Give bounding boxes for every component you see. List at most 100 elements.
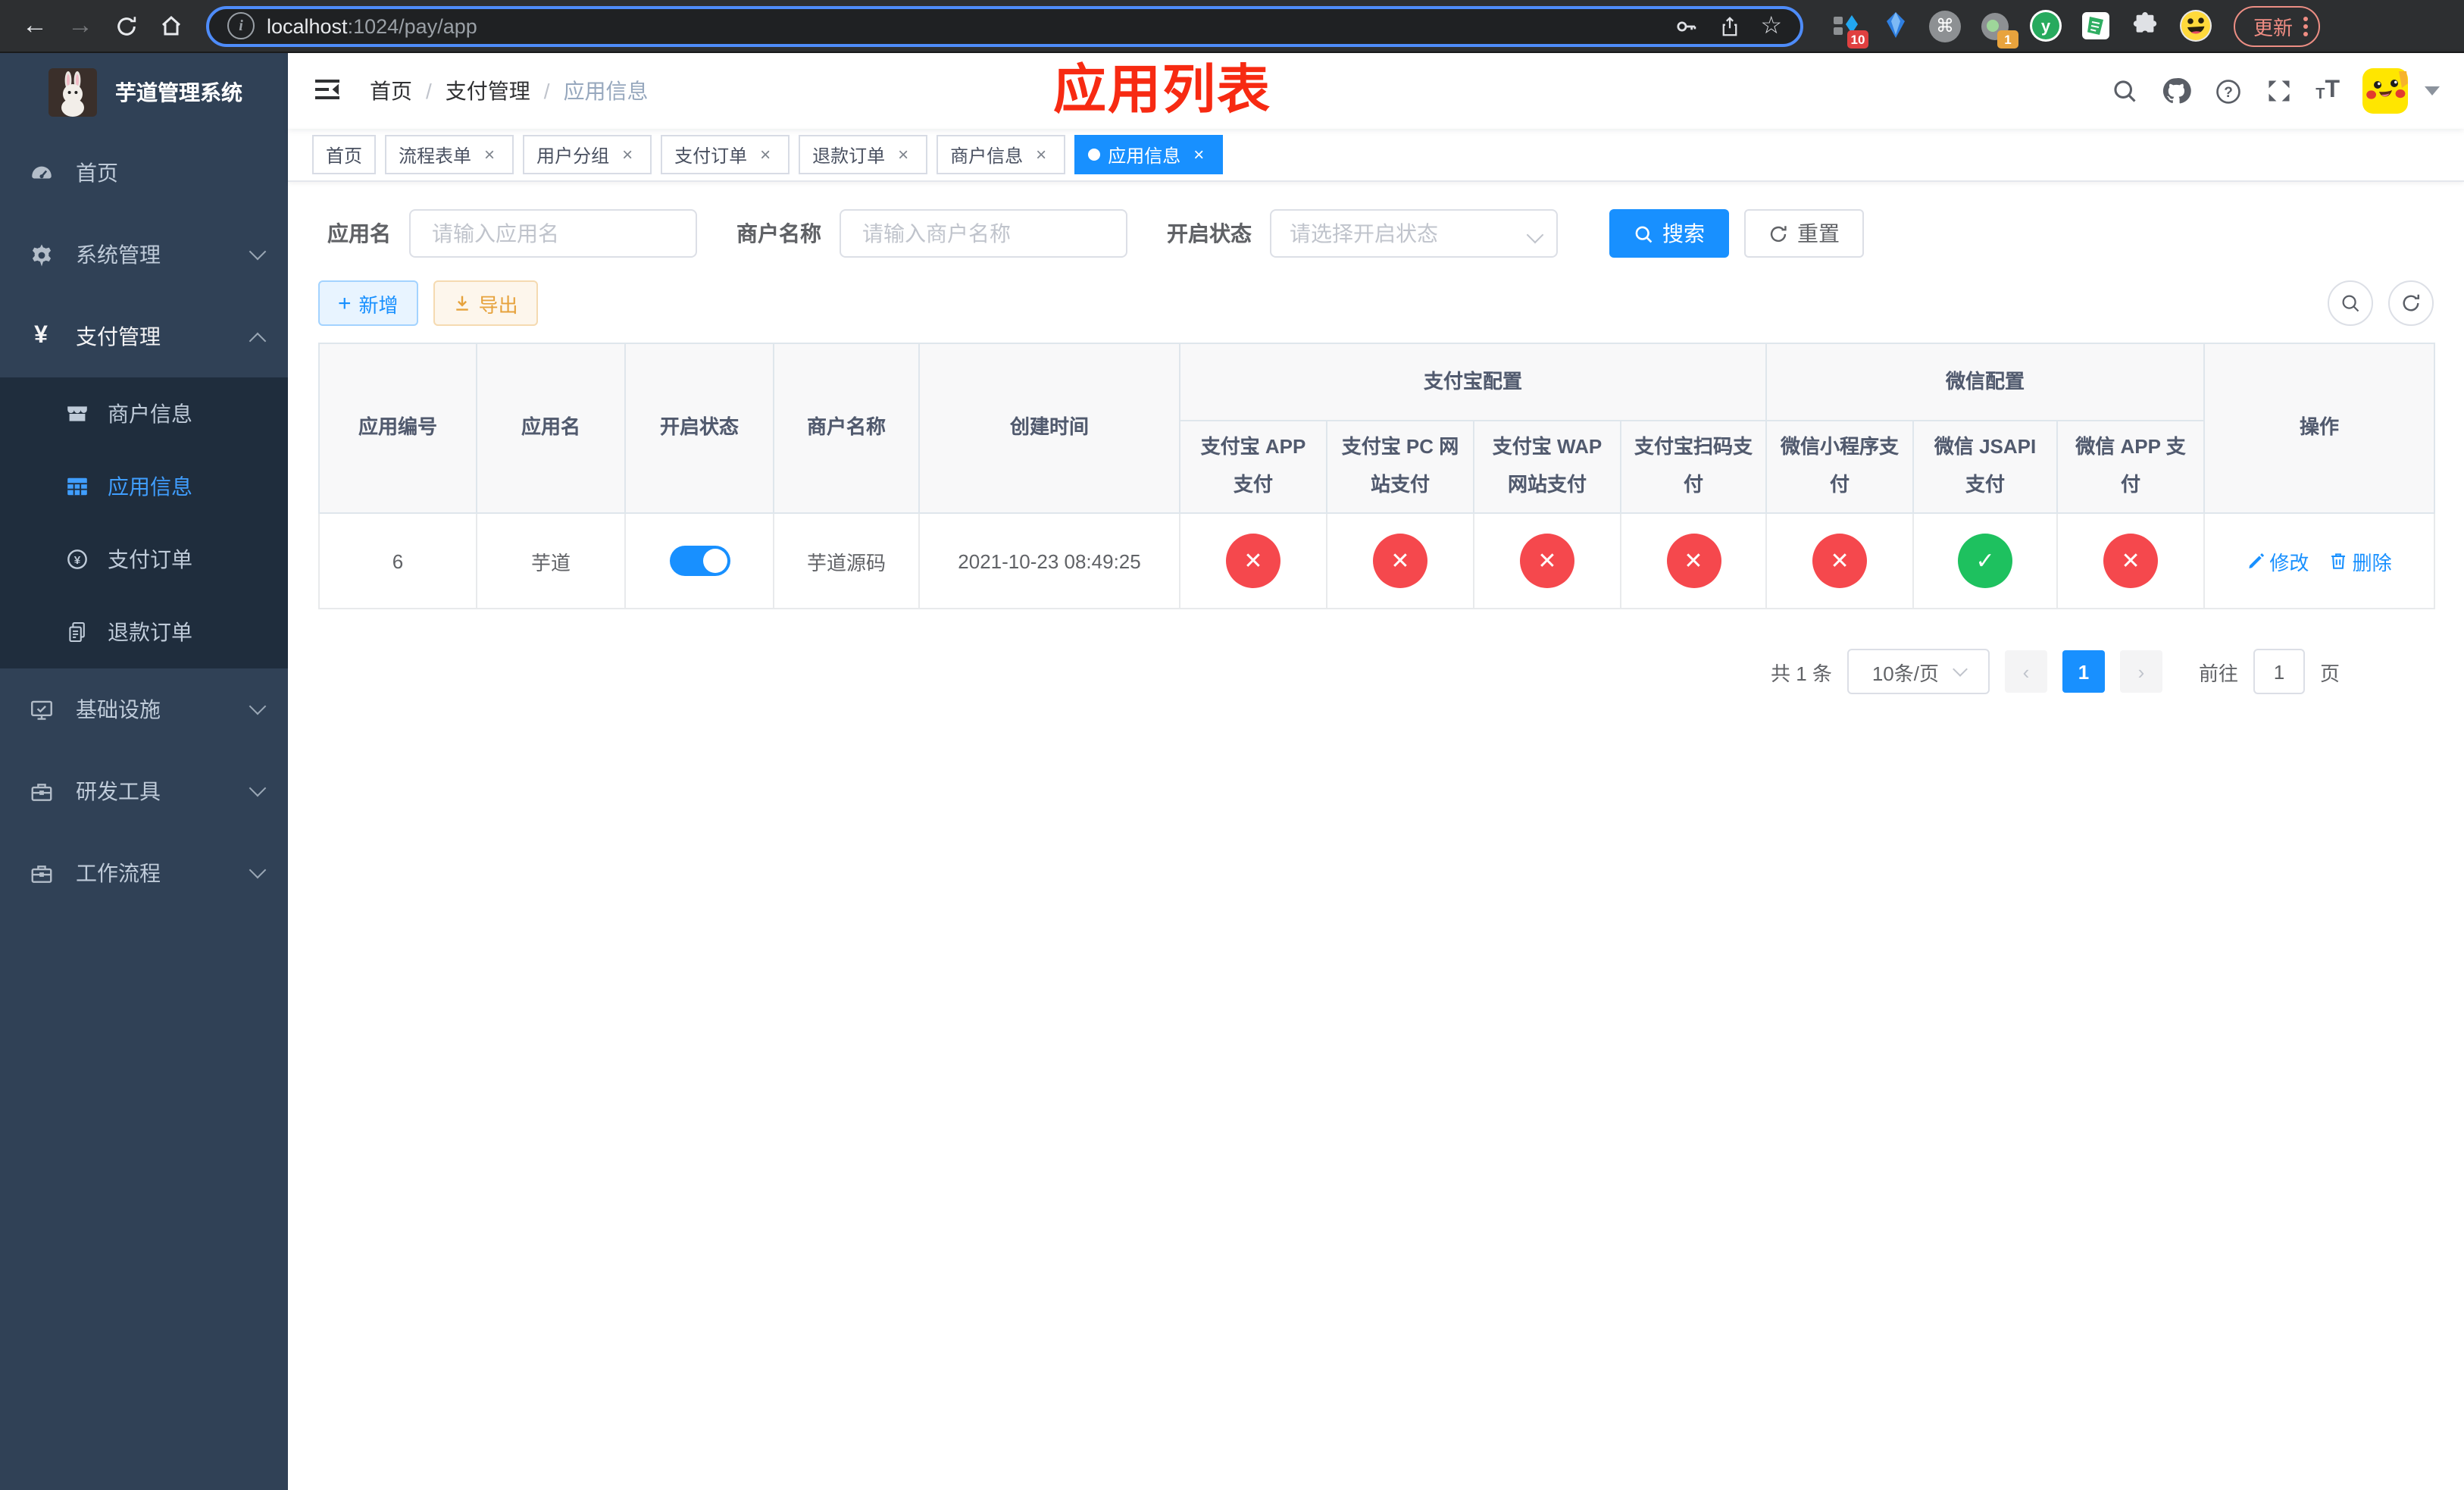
goto-unit: 页 (2319, 662, 2340, 684)
cell-alipay-qr: ✕ (1619, 512, 1768, 609)
github-icon[interactable] (2161, 76, 2191, 106)
col-group-wechat: 微信配置 (1765, 343, 2206, 421)
browser-menu-icon[interactable] (2303, 16, 2309, 36)
app-name-input[interactable] (429, 220, 677, 247)
enable-switch[interactable] (669, 546, 730, 576)
apps-table: 应用编号 应用名 开启状态 商户名称 创建时间 支付宝配置 微信配置 操作 支付… (318, 343, 2436, 609)
avatar-caret-icon[interactable] (2425, 86, 2440, 95)
cell-app-name: 芋道 (476, 512, 626, 609)
page-1-button[interactable]: 1 (2062, 650, 2105, 693)
breadcrumb-home[interactable]: 首页 (370, 76, 412, 106)
col-ops: 操作 (2203, 343, 2436, 514)
tab-refund-order[interactable]: 退款订单 × (799, 135, 928, 174)
profile-avatar-emoji[interactable] (2178, 8, 2212, 43)
header-search-icon[interactable] (2111, 77, 2138, 105)
close-icon[interactable]: × (893, 144, 914, 165)
search-button[interactable]: 搜索 (1609, 209, 1729, 258)
refresh-table-button[interactable] (2388, 280, 2434, 326)
sidebar-item-workflow[interactable]: 工作流程 (0, 832, 288, 914)
close-icon[interactable]: × (479, 144, 500, 165)
prev-page-button[interactable]: ‹ (2004, 650, 2047, 693)
extension-balloon-icon[interactable] (1878, 8, 1912, 43)
page-annotation: 应用列表 (1053, 61, 1272, 120)
password-key-icon[interactable] (1672, 13, 1698, 39)
cell-alipay-wap: ✕ (1473, 512, 1621, 609)
close-icon[interactable]: × (755, 144, 776, 165)
breadcrumb-current: 应用信息 (563, 79, 649, 103)
col-create-time: 创建时间 (918, 343, 1180, 514)
status-badge: ✕ (1373, 534, 1427, 588)
share-icon[interactable] (1718, 14, 1740, 37)
goto-label: 前往 (2198, 662, 2238, 684)
extension-diamond-icon[interactable]: 10 (1828, 8, 1868, 48)
tab-user-group[interactable]: 用户分组 × (523, 135, 652, 174)
col-app-id: 应用编号 (318, 343, 477, 514)
tab-process-form[interactable]: 流程表单 × (385, 135, 514, 174)
logo-row[interactable]: 芋道管理系统 (0, 53, 288, 132)
close-icon[interactable]: × (1030, 144, 1052, 165)
briefcase-icon (27, 860, 55, 886)
font-size-icon[interactable]: TT (2315, 78, 2340, 103)
status-select[interactable]: 请选择开启状态 (1270, 209, 1558, 258)
tab-home[interactable]: 首页 (312, 135, 377, 174)
col-status: 开启状态 (624, 343, 774, 514)
extension-recorder-icon[interactable]: 1 (1978, 8, 2018, 48)
site-info-icon[interactable]: i (227, 12, 255, 39)
tab-app-info[interactable]: 应用信息 × (1074, 135, 1224, 174)
user-avatar[interactable] (2362, 68, 2408, 114)
forward-icon[interactable]: → (61, 6, 100, 45)
toggle-search-button[interactable] (2328, 280, 2373, 326)
extension-green-y-icon[interactable]: y (2028, 8, 2062, 43)
page-size-select[interactable]: 10条/页 (1846, 649, 1990, 694)
fullscreen-icon[interactable] (2265, 77, 2293, 105)
extension-command-icon[interactable]: ⌘ (1928, 8, 1962, 43)
screen: ← → i localhost:1024/pay/app ☆ 10 ⌘ 1 y … (0, 0, 2464, 1490)
home-icon[interactable] (152, 6, 191, 45)
goto-page-input[interactable]: 1 (2253, 649, 2305, 694)
cell-merchant: 芋道源码 (773, 512, 920, 609)
url-text[interactable]: localhost:1024/pay/app (267, 14, 477, 37)
sidebar-item-pay-order[interactable]: ¥ 支付订单 (0, 523, 288, 596)
sidebar-item-payment[interactable]: ¥ 支付管理 (0, 296, 288, 377)
sidebar-item-merchant-info[interactable]: 商户信息 (0, 377, 288, 450)
next-page-button[interactable]: › (2119, 650, 2162, 693)
help-icon[interactable]: ? (2214, 77, 2243, 105)
tab-pay-order[interactable]: 支付订单 × (661, 135, 790, 174)
reload-icon[interactable] (106, 6, 145, 45)
export-button[interactable]: 导出 (433, 280, 538, 326)
trash-icon (2331, 553, 2346, 569)
dashboard-icon (27, 160, 55, 186)
app-name-input-wrap (409, 209, 697, 258)
tab-merchant-info[interactable]: 商户信息 × (937, 135, 1066, 174)
address-bar[interactable]: i localhost:1024/pay/app ☆ (206, 5, 1803, 46)
sidebar-item-dev-tools[interactable]: 研发工具 (0, 750, 288, 832)
content-area: 应用名 商户名称 开启状态 请选择开启状态 搜索 (288, 182, 2464, 1490)
edit-link[interactable]: 修改 (2247, 546, 2309, 575)
monitor-icon (27, 696, 55, 722)
back-icon[interactable]: ← (15, 6, 55, 45)
extensions-puzzle-icon[interactable] (2128, 8, 2162, 43)
delete-link[interactable]: 删除 (2330, 546, 2392, 575)
sidebar-fold-icon[interactable] (312, 74, 346, 108)
sidebar-item-label: 退款订单 (108, 620, 192, 644)
extension-notes-icon[interactable] (2078, 8, 2112, 43)
close-icon[interactable]: × (1188, 144, 1209, 165)
bookmark-star-icon[interactable]: ☆ (1760, 11, 1782, 41)
close-icon[interactable]: × (617, 144, 638, 165)
download-icon (455, 296, 468, 311)
sidebar-item-infrastructure[interactable]: 基础设施 (0, 668, 288, 750)
sidebar-item-refund-order[interactable]: 退款订单 (0, 596, 288, 668)
extension-badge: 1 (1997, 30, 2018, 48)
sidebar-item-system[interactable]: 系统管理 (0, 214, 288, 296)
sidebar-item-home[interactable]: 首页 (0, 132, 288, 214)
col-group-alipay: 支付宝配置 (1178, 343, 1768, 421)
col-alipay-app: 支付宝 APP 支付 (1179, 420, 1327, 514)
browser-update-button[interactable]: 更新 (2234, 5, 2321, 46)
merchant-name-input[interactable] (859, 220, 1108, 247)
add-button[interactable]: + 新增 (318, 280, 418, 326)
breadcrumb-payment[interactable]: 支付管理 (446, 76, 530, 106)
sidebar-item-app-info[interactable]: 应用信息 (0, 450, 288, 523)
col-alipay-pc: 支付宝 PC 网站支付 (1326, 420, 1474, 514)
sidebar-item-label: 工作流程 (76, 861, 161, 885)
reset-button[interactable]: 重置 (1744, 209, 1864, 258)
